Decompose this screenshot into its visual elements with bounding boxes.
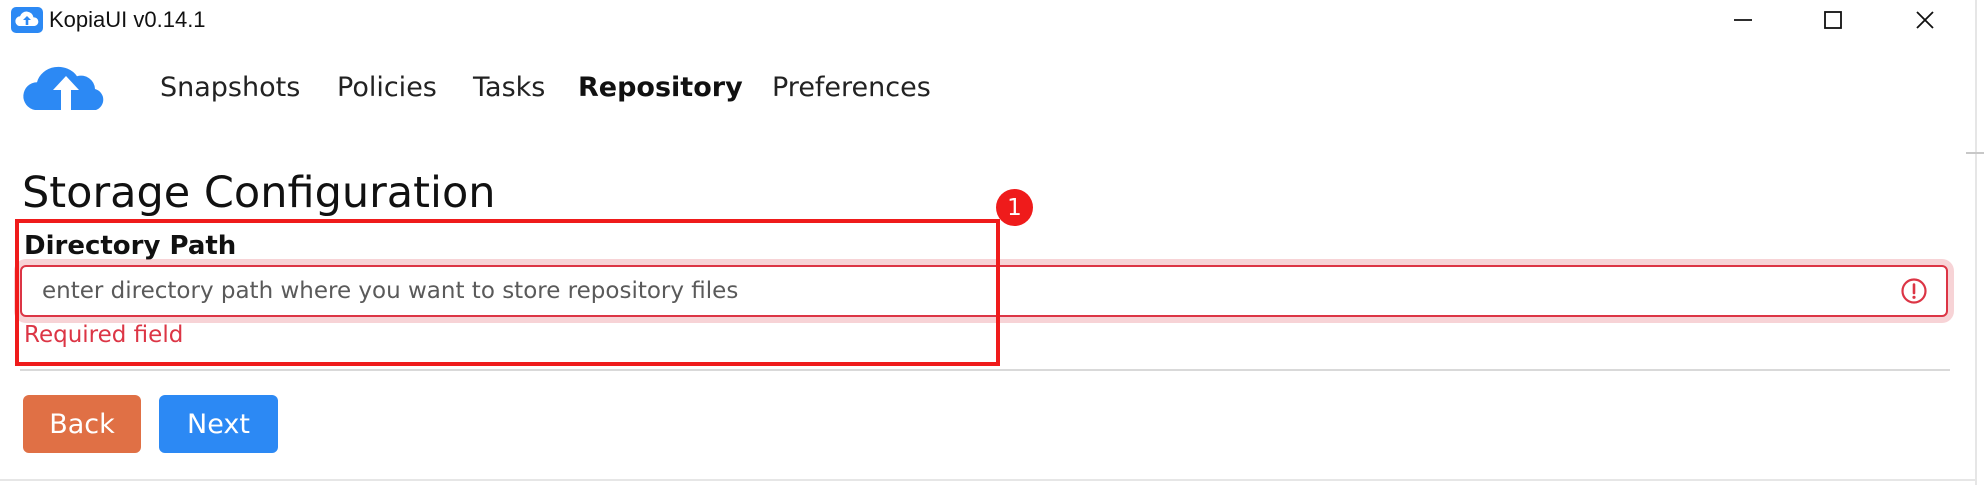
- annotation-marker: 1: [996, 189, 1033, 226]
- page-title: Storage Configuration: [22, 168, 496, 218]
- nav-preferences[interactable]: Preferences: [772, 70, 931, 106]
- window-edge-right: [1975, 0, 1977, 485]
- minimize-button[interactable]: [1698, 0, 1788, 40]
- title-bar: KopiaUI v0.14.1: [0, 0, 1984, 40]
- nav-repository[interactable]: Repository: [578, 70, 743, 106]
- window-title: KopiaUI v0.14.1: [49, 7, 206, 32]
- close-icon: [1916, 11, 1934, 29]
- cloud-upload-logo[interactable]: [18, 64, 112, 112]
- maximize-button[interactable]: [1788, 0, 1878, 40]
- minimize-icon: [1734, 19, 1752, 21]
- cloud-upload-icon: [11, 7, 43, 33]
- exclamation-circle-icon: [1901, 278, 1927, 304]
- close-button[interactable]: [1880, 0, 1970, 40]
- window-edge-bottom: [0, 479, 1975, 481]
- kopia-ui-window: KopiaUI v0.14.1 Snapshots Policies Tasks…: [0, 0, 1984, 485]
- next-button[interactable]: Next: [159, 395, 278, 453]
- nav-policies[interactable]: Policies: [337, 70, 437, 106]
- nav-snapshots[interactable]: Snapshots: [160, 70, 300, 106]
- annotation-highlight-box: [15, 219, 1000, 366]
- divider: [20, 369, 1950, 371]
- nav-tasks[interactable]: Tasks: [473, 70, 545, 106]
- back-button[interactable]: Back: [23, 395, 141, 453]
- scroll-edge-tick: [1966, 152, 1984, 154]
- maximize-icon: [1824, 11, 1842, 29]
